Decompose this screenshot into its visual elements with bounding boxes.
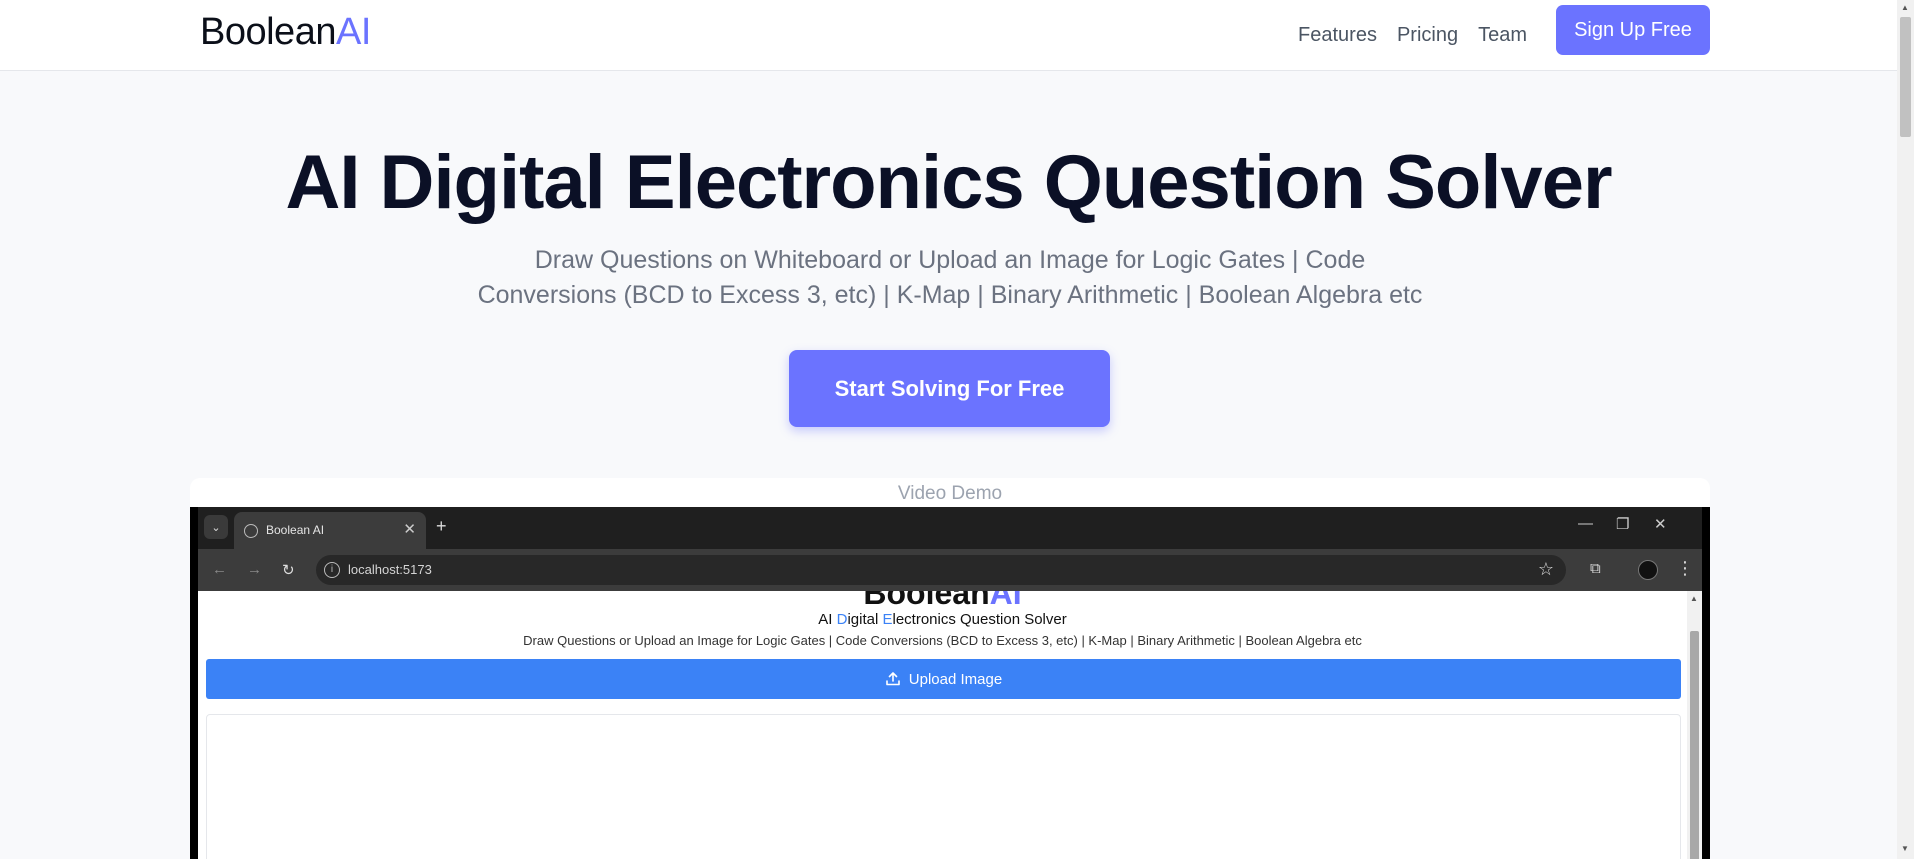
hero-subtitle-line1: Draw Questions on Whiteboard or Upload a… [534, 246, 1366, 274]
menu-dots-icon: ⋮ [1676, 558, 1694, 578]
url-text: localhost:5173 [348, 562, 432, 577]
sign-up-button[interactable]: Sign Up Free [1556, 5, 1710, 55]
hero-subtitle-line2: Conversions (BCD to Excess 3, etc) | K-M… [477, 281, 1423, 309]
star-icon: ☆ [1537, 559, 1554, 579]
brand-name-accent: AI [335, 11, 371, 53]
hero-subtitle: Draw Questions on Whiteboard or Upload a… [470, 243, 1430, 313]
demo-app-logo-accent: AI [989, 591, 1022, 611]
nav-link-pricing[interactable]: Pricing [1397, 24, 1458, 47]
upload-icon [885, 672, 900, 686]
demo-app-subtitle: Draw Questions or Upload an Image for Lo… [523, 633, 1362, 648]
video-demo-player[interactable]: ⌄ Boolean AI ✕ + — ❐ ✕ ← → ↻ i localhost… [190, 507, 1710, 859]
upload-image-label: Upload Image [908, 670, 1003, 688]
browser-tab-title: Boolean AI [266, 523, 325, 537]
start-solving-button[interactable]: Start Solving For Free [789, 350, 1110, 427]
info-icon: i [324, 562, 340, 578]
minimize-icon: — [1578, 515, 1593, 532]
demo-app-title-part: AI [818, 611, 837, 628]
close-icon: ✕ [403, 521, 416, 538]
window-close-icon: ✕ [1654, 516, 1667, 533]
reload-icon: ↻ [282, 562, 295, 579]
demo-scrollbar-thumb[interactable] [1690, 631, 1699, 859]
nav-links: Features Pricing Team [1298, 0, 1527, 71]
page-scrollbar[interactable]: ▲ ▼ [1897, 0, 1914, 859]
demo-app-title-part: igital [847, 611, 883, 628]
forward-icon: → [247, 561, 262, 578]
upload-image-button[interactable]: Upload Image [206, 659, 1681, 699]
scroll-up-arrow-icon: ▲ [1690, 594, 1698, 603]
brand-name-main: Boolean [200, 11, 336, 53]
top-navbar: BooleanAI Features Pricing Team Sign Up … [0, 0, 1897, 71]
plus-icon: + [436, 516, 447, 536]
demo-app-logo-main: Boolean [863, 591, 990, 611]
demo-app-title-highlight: D [836, 611, 848, 628]
whiteboard-canvas[interactable] [206, 714, 1681, 859]
demo-app-logo: BooleanAI [198, 591, 1687, 612]
profile-icon [1638, 560, 1658, 580]
demo-app-page: BooleanAI AI Digital Electronics Questio… [198, 591, 1687, 859]
nav-link-features[interactable]: Features [1298, 24, 1377, 47]
scroll-up-arrow-icon[interactable]: ▲ [1901, 3, 1909, 12]
url-field: i localhost:5173 ☆ [316, 555, 1566, 585]
browser-tab: Boolean AI ✕ [234, 512, 426, 549]
extensions-icon: ⧉ [1590, 560, 1601, 577]
scroll-down-arrow-icon[interactable]: ▼ [1901, 844, 1909, 853]
back-icon: ← [212, 561, 227, 578]
browser-tab-bar: ⌄ Boolean AI ✕ + — ❐ ✕ [198, 507, 1702, 549]
nav-link-team[interactable]: Team [1478, 24, 1527, 47]
globe-icon [244, 524, 258, 538]
browser-address-bar: ← → ↻ i localhost:5173 ☆ ⧉ ⋮ [198, 549, 1702, 591]
hero-title: AI Digital Electronics Question Solver [285, 140, 1612, 225]
demo-app-title-highlight: E [882, 611, 893, 628]
tab-dropdown-icon: ⌄ [204, 515, 228, 539]
page-scrollbar-thumb[interactable] [1900, 17, 1911, 137]
video-demo-label: Video Demo [897, 483, 1003, 504]
restore-icon: ❐ [1616, 516, 1630, 533]
demo-app-title: AI Digital Electronics Question Solver [198, 611, 1687, 628]
demo-app-title-part: lectronics Question Solver [892, 611, 1067, 628]
demo-scrollbar[interactable]: ▲ [1687, 591, 1702, 859]
brand-logo[interactable]: BooleanAI [200, 10, 371, 54]
